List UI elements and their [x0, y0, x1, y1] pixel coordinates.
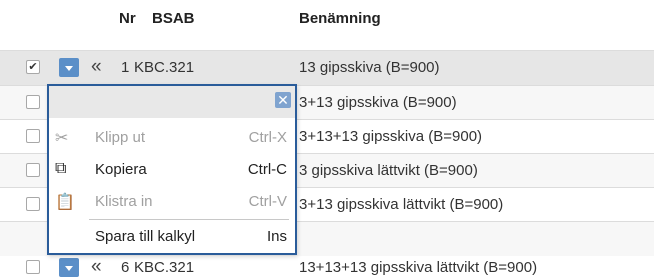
table-row[interactable]: ✔ « 1 KBC.321 13 gipsskiva (B=900): [0, 50, 654, 85]
row-benamning: 3+13+13 gipsskiva (B=900): [299, 128, 483, 145]
row-bsab: KBC.321: [134, 259, 195, 276]
row-nr: 1: [121, 59, 130, 76]
header-nr[interactable]: Nr: [119, 10, 136, 27]
back-icon[interactable]: «: [91, 57, 102, 77]
row-dropdown-button[interactable]: [59, 58, 79, 77]
menu-item-shortcut: Ctrl-X: [248, 129, 287, 146]
menu-item-shortcut: Ctrl-V: [248, 193, 287, 210]
menu-item-label: Klipp ut: [95, 129, 146, 146]
row-benamning: 13 gipsskiva (B=900): [299, 59, 440, 76]
menu-item-shortcut: Ins: [266, 228, 287, 245]
menu-item-label: Spara till kalkyl: [95, 228, 196, 245]
row-bsab: KBC.321: [134, 59, 195, 76]
menu-item-spara-till-kalkyl[interactable]: Spara till kalkyl Ins: [49, 221, 295, 253]
menu-item-shortcut: Ctrl-C: [247, 161, 287, 178]
copy-icon: ⧉: [55, 160, 67, 177]
paste-icon: 📋: [55, 194, 75, 211]
row-nr: 6: [121, 259, 130, 276]
row-checkbox[interactable]: ✔: [26, 60, 40, 74]
row-benamning: 3 gipsskiva lättvikt (B=900): [299, 162, 478, 179]
back-icon[interactable]: «: [91, 257, 102, 277]
menu-item-label: Kopiera: [95, 161, 147, 178]
menu-item-label: Klistra in: [95, 193, 153, 210]
row-checkbox[interactable]: [26, 95, 40, 109]
header-benamning[interactable]: Benämning: [299, 10, 381, 27]
row-benamning: 3+13 gipsskiva (B=900): [299, 94, 457, 111]
row-checkbox[interactable]: [26, 129, 40, 143]
row-checkbox[interactable]: [26, 260, 40, 274]
context-menu: ✕ ✂ Klipp ut Ctrl-X ⧉ Kopiera Ctrl-C 📋 K…: [47, 84, 297, 255]
menu-separator: [89, 219, 289, 220]
menu-item-klistra-in[interactable]: 📋 Klistra in Ctrl-V: [49, 186, 295, 218]
row-benamning: 3+13 gipsskiva lättvikt (B=900): [299, 196, 504, 213]
table-header: Nr BSAB Benämning: [0, 0, 654, 42]
row-dropdown-button[interactable]: [59, 258, 79, 277]
close-icon[interactable]: ✕: [275, 92, 291, 108]
context-menu-header: ✕: [49, 86, 295, 118]
menu-item-kopiera[interactable]: ⧉ Kopiera Ctrl-C: [49, 154, 295, 186]
scissors-icon: ✂: [55, 130, 69, 147]
row-checkbox[interactable]: [26, 197, 40, 211]
row-checkbox[interactable]: [26, 163, 40, 177]
menu-item-klipp-ut[interactable]: ✂ Klipp ut Ctrl-X: [49, 122, 295, 154]
row-benamning: 13+13+13 gipsskiva lättvikt (B=900): [299, 259, 538, 276]
header-bsab[interactable]: BSAB: [152, 10, 195, 27]
